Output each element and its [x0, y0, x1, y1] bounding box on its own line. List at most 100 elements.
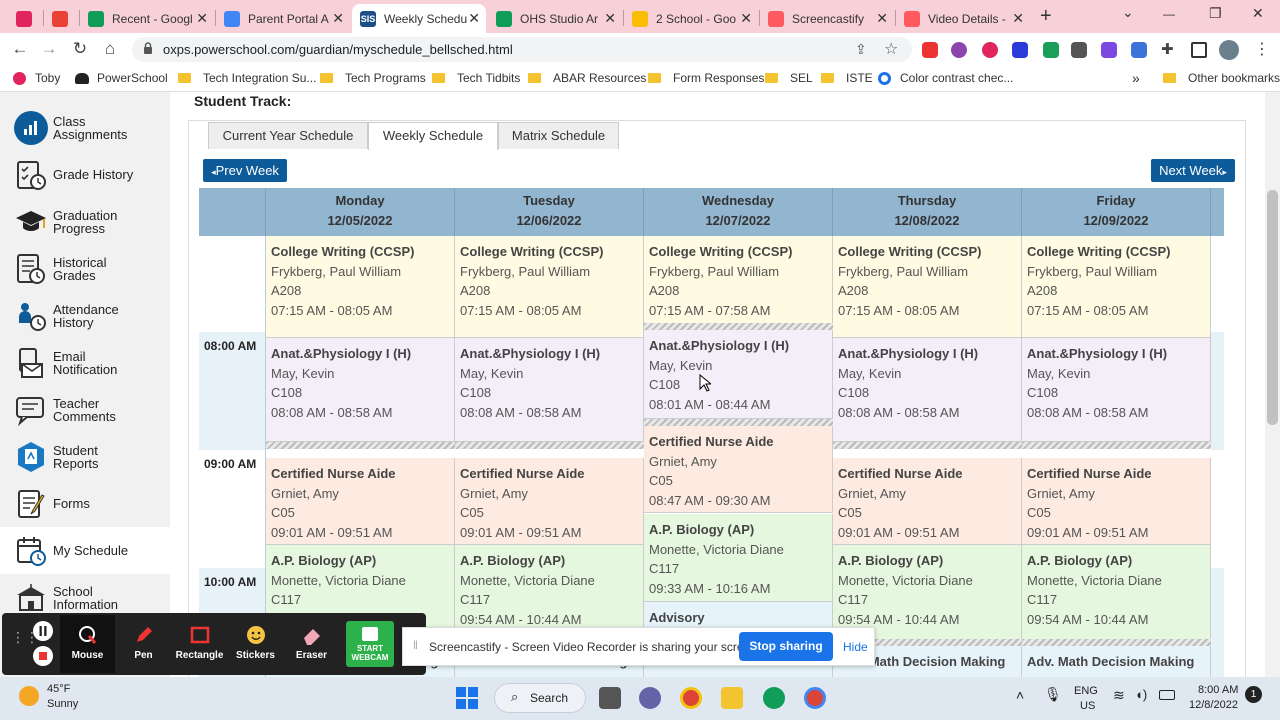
bookmark-item[interactable]: Form Responses [648, 71, 764, 85]
class-block[interactable]: College Writing (CCSP) Frykberg, Paul Wil… [644, 236, 833, 324]
tab-current-year-schedule[interactable]: Current Year Schedule [208, 122, 368, 149]
tab-close-icon[interactable]: ✕ [1012, 10, 1024, 27]
browser-menu-icon[interactable]: ⋮ [1254, 39, 1270, 59]
browser-tab[interactable] [8, 4, 42, 33]
share-icon[interactable]: ⇪ [855, 41, 867, 58]
tab-close-icon[interactable]: ✕ [332, 10, 344, 27]
extension-icon[interactable] [1101, 42, 1117, 58]
browser-tab[interactable]: Screencastify ✕ [760, 4, 894, 33]
side-panel-icon[interactable] [1191, 42, 1207, 58]
start-windows-icon[interactable] [456, 687, 478, 709]
scrollbar-thumb[interactable] [1267, 190, 1278, 425]
browser-tab[interactable]: 2 School - Goo ✕ [624, 4, 758, 33]
class-block[interactable]: College Writing (CCSP) Frykberg, Paul Wil… [833, 236, 1022, 338]
language-code[interactable]: ENG [1074, 685, 1098, 697]
class-block[interactable]: Certified Nurse Aide Grniet, Amy C05 08:47 … [644, 426, 833, 513]
translate-extension-icon[interactable] [1131, 42, 1147, 58]
sidebar-item-historical-grades[interactable]: Historical Grades [0, 245, 170, 292]
class-block[interactable]: Certified Nurse Aide Grniet, Amy C05 09:01 … [455, 458, 644, 545]
bookmark-item[interactable]: SEL [765, 71, 813, 85]
hide-button[interactable]: Hide [843, 640, 868, 654]
sidebar-item-teacher-comments[interactable]: Teacher Comments [0, 386, 170, 433]
other-bookmarks[interactable]: Other bookmarks [1163, 71, 1280, 85]
browser-tab[interactable]: SIS Weekly Schedu ✕ [352, 4, 486, 33]
lock-icon[interactable] [143, 42, 153, 55]
extensions-puzzle-icon[interactable]: ✚ [1161, 40, 1174, 58]
sidebar-item-class-assignments[interactable]: Class Assignments [0, 104, 170, 151]
share-drag-icon[interactable]: ‖ [413, 638, 418, 652]
clock-date[interactable]: 12/8/2022 [1189, 699, 1238, 711]
browser-tab[interactable]: Parent Portal A ✕ [216, 4, 350, 33]
stop-sharing-button[interactable]: Stop sharing [739, 632, 833, 661]
restore-button[interactable]: ❐ [1209, 5, 1222, 22]
extension-icon[interactable] [922, 42, 938, 58]
class-block[interactable]: Anat.&Physiology I (H) May, Kevin C108 08:0… [266, 338, 455, 442]
tab-close-icon[interactable]: ✕ [876, 10, 888, 27]
tab-close-icon[interactable]: ✕ [740, 10, 752, 27]
extension-icon[interactable] [1012, 42, 1028, 58]
weather-desc[interactable]: Sunny [47, 698, 78, 710]
notification-badge[interactable]: 1 [1245, 686, 1262, 703]
start-webcam-button[interactable]: START WEBCAM [346, 621, 394, 667]
bookmark-star-icon[interactable]: ☆ [884, 39, 898, 59]
mouse-tool[interactable]: Mouse [60, 615, 115, 673]
class-block[interactable]: Certified Nurse Aide Grniet, Amy C05 09:01 … [833, 458, 1022, 545]
bookmark-item[interactable]: Tech Integration Su... [178, 71, 316, 85]
browser-tab[interactable]: Recent - Googl ✕ [80, 4, 214, 33]
screenshot-extension-icon[interactable] [1071, 42, 1087, 58]
tab-close-icon[interactable]: ✕ [468, 10, 480, 27]
pause-recording-button[interactable] [33, 621, 53, 641]
class-block[interactable]: A.P. Biology (AP) Monette, Victoria Diane… [1022, 545, 1211, 646]
profile-avatar[interactable] [1219, 40, 1239, 60]
next-week-button[interactable]: Next Week▸ [1151, 159, 1235, 182]
rectangle-tool[interactable]: Rectangle [172, 615, 227, 673]
tab-search-icon[interactable]: ⌄ [1122, 4, 1134, 21]
class-block[interactable]: Certified Nurse Aide Grniet, Amy C05 09:01 … [266, 458, 455, 545]
pen-tool[interactable]: Pen [116, 615, 171, 673]
bookmark-item[interactable]: Color contrast chec... [878, 71, 1013, 85]
clock-time[interactable]: 8:00 AM [1198, 684, 1238, 696]
new-tab-button[interactable]: + [1040, 5, 1052, 28]
weather-temp[interactable]: 45°F [47, 683, 70, 695]
bookmark-item[interactable]: ABAR Resources [528, 71, 646, 85]
class-block[interactable]: Anat.&Physiology I (H) May, Kevin C108 08:0… [833, 338, 1022, 442]
microphone-icon[interactable]: 🎙 [1044, 686, 1062, 703]
tab-weekly-schedule[interactable]: Weekly Schedule [368, 122, 498, 150]
eraser-tool[interactable]: Eraser [284, 615, 339, 673]
more-bookmarks-button[interactable]: » [1132, 70, 1140, 86]
prev-week-button[interactable]: ◂Prev Week [203, 159, 287, 182]
sidebar-item-forms[interactable]: Forms [0, 480, 170, 527]
sidebar-item-student-reports[interactable]: Student Reports [0, 433, 170, 480]
class-block[interactable]: Certified Nurse Aide Grniet, Amy C05 09:01 … [1022, 458, 1211, 545]
bookmark-item[interactable]: ISTE [821, 71, 873, 85]
sidebar-item-email-notification[interactable]: Email Notification [0, 339, 170, 386]
browser-tab[interactable]: Video Details - ✕ [896, 4, 1030, 33]
extension-icon[interactable] [1043, 42, 1059, 58]
sidebar-item-attendance-history[interactable]: Attendance History [0, 292, 170, 339]
teams-chat-icon[interactable] [639, 687, 661, 709]
stop-recording-button[interactable] [33, 646, 53, 666]
class-block[interactable]: College Writing (CCSP) Frykberg, Paul Wil… [455, 236, 644, 338]
home-icon[interactable]: ⌂ [99, 38, 121, 60]
extension-icon[interactable] [951, 42, 967, 58]
back-icon[interactable]: ← [9, 38, 31, 60]
url-text[interactable]: oxps.powerschool.com/guardian/myschedule… [163, 42, 513, 57]
tab-close-icon[interactable]: ✕ [196, 10, 208, 27]
tab-matrix-schedule[interactable]: Matrix Schedule [498, 122, 619, 149]
minimize-button[interactable]: — [1163, 7, 1175, 21]
chrome-alt-icon[interactable] [804, 687, 826, 709]
bookmark-item[interactable]: PowerSchool [75, 71, 168, 85]
taskbar-search-label[interactable]: Search [530, 691, 568, 705]
sidebar-item-graduation-cap[interactable]: Graduation Progress [0, 198, 170, 245]
sidebar-item-grade-history[interactable]: Grade History [0, 151, 170, 198]
volume-icon[interactable]: ◖) [1135, 687, 1147, 702]
close-window-button[interactable]: ✕ [1252, 5, 1264, 22]
bookmark-item[interactable]: Tech Programs [320, 71, 426, 85]
class-block[interactable]: College Writing (CCSP) Frykberg, Paul Wil… [266, 236, 455, 338]
weather-sun-icon[interactable] [19, 686, 39, 706]
browser-tab[interactable]: OHS Studio Ar ✕ [488, 4, 622, 33]
tab-close-icon[interactable]: ✕ [604, 10, 616, 27]
class-block[interactable]: College Writing (CCSP) Frykberg, Paul Wil… [1022, 236, 1211, 338]
forward-icon[interactable]: → [38, 38, 60, 60]
chrome-profile-icon[interactable] [763, 687, 785, 709]
